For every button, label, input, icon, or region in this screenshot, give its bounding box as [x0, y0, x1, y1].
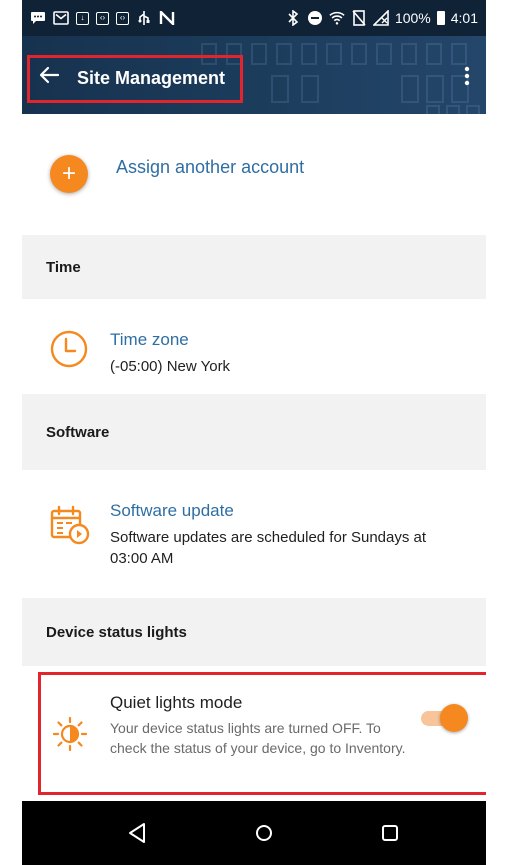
software-update-row[interactable]: Software update Software updates are sch…: [22, 470, 486, 598]
phone-frame: ↓ ‹› ‹› 100% 4:01 Site Management + Assi…: [0, 0, 508, 865]
bluetooth-icon: [285, 10, 301, 26]
calendar-update-icon: [50, 505, 90, 545]
section-header-software: Software: [22, 394, 486, 470]
assign-account-row[interactable]: + Assign another account: [22, 114, 486, 235]
software-update-title: Software update: [110, 501, 234, 520]
quiet-lights-description: Your device status lights are turned OFF…: [110, 720, 406, 756]
app-screen: ↓ ‹› ‹› 100% 4:01 Site Management + Assi…: [22, 0, 486, 865]
back-nav-icon[interactable]: [123, 818, 153, 848]
time-zone-value: (-05:00) New York: [110, 358, 231, 375]
messages-icon: [30, 10, 46, 26]
code-icon: ‹›: [96, 11, 109, 25]
do-not-disturb-icon: [307, 10, 323, 26]
signal-icon: [372, 10, 389, 26]
usb-icon: [136, 10, 152, 26]
assign-account-label[interactable]: Assign another account: [116, 157, 304, 178]
section-header-device-status: Device status lights: [22, 598, 486, 666]
section-header-time: Time: [22, 235, 486, 299]
battery-percent: 100%: [394, 10, 431, 26]
right-margin: [486, 0, 508, 865]
more-vert-icon[interactable]: [462, 66, 472, 86]
page-title: Site Management: [77, 68, 226, 88]
code-icon-2: ‹›: [116, 11, 129, 25]
status-bar: ↓ ‹› ‹› 100% 4:01: [22, 0, 486, 36]
software-update-schedule-line1: Software updates are scheduled for Sunda…: [110, 529, 427, 546]
light-brightness-icon: [53, 717, 87, 751]
app-bar: Site Management: [22, 36, 486, 114]
home-nav-icon[interactable]: [249, 818, 279, 848]
wifi-icon: [329, 10, 345, 26]
nfc-icon: [159, 10, 175, 26]
left-margin: [0, 0, 22, 865]
status-notification-icons: ↓ ‹› ‹›: [30, 10, 175, 26]
download-icon: ↓: [76, 11, 89, 25]
gmail-icon: [53, 10, 69, 26]
plus-icon[interactable]: +: [50, 155, 88, 193]
navigation-bar: [22, 801, 486, 865]
back-arrow-icon[interactable]: [38, 64, 60, 86]
battery-icon: [436, 11, 445, 25]
clock-icon: [50, 330, 88, 368]
time-zone-title: Time zone: [110, 330, 189, 349]
recents-nav-icon[interactable]: [375, 818, 405, 848]
clock-time: 4:01: [450, 10, 478, 26]
no-sim-icon: [351, 10, 367, 26]
status-system-icons: 100% 4:01: [285, 10, 478, 26]
quiet-lights-toggle[interactable]: [416, 704, 468, 732]
quiet-lights-title: Quiet lights mode: [110, 693, 243, 712]
time-zone-row[interactable]: Time zone (-05:00) New York: [22, 299, 486, 409]
software-update-schedule-line2: 03:00 AM: [110, 550, 174, 567]
toggle-thumb: [440, 704, 468, 732]
